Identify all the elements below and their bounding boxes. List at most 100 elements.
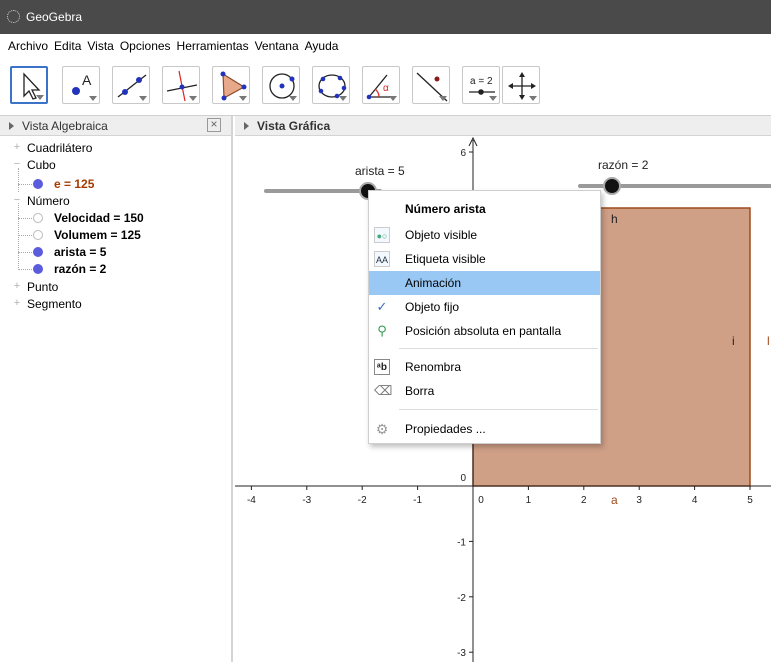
menu-item-animacion[interactable]: Animación bbox=[369, 271, 600, 295]
y-tick-label: -2 bbox=[457, 593, 466, 604]
graphics-view-title: Vista Gráfica bbox=[257, 119, 331, 133]
x-tick-label: 1 bbox=[526, 495, 532, 506]
menu-item-label: Objeto visible bbox=[405, 228, 478, 242]
menu-item-posicion-absoluta[interactable]: ⚲ Posición absoluta en pantalla bbox=[369, 319, 600, 343]
collapse-arrow-icon[interactable] bbox=[244, 122, 249, 130]
gear-icon: ⚙ bbox=[375, 421, 389, 437]
visibility-dot-icon[interactable] bbox=[33, 264, 43, 274]
tree-item-razon[interactable]: razón = 2 bbox=[0, 261, 230, 278]
tree-item-arista[interactable]: arista = 5 bbox=[0, 244, 230, 261]
visibility-dot-icon[interactable] bbox=[33, 179, 43, 189]
circle-tool-button[interactable] bbox=[262, 66, 300, 104]
expand-plus-icon[interactable]: + bbox=[12, 298, 22, 309]
object-visible-icon: ●○ bbox=[374, 227, 390, 243]
geogebra-window: GeoGebra Archivo Edita Vista Opciones He… bbox=[0, 0, 771, 662]
label-a: a bbox=[611, 493, 618, 507]
menu-item-label: Etiqueta visible bbox=[405, 252, 486, 266]
tree-group-segmento[interactable]: + Segmento bbox=[0, 296, 230, 313]
tree-group-numero[interactable]: − Número bbox=[0, 193, 230, 210]
menu-item-borra[interactable]: ⌫ Borra bbox=[369, 379, 600, 403]
tree-item-label: Velocidad = 150 bbox=[54, 211, 144, 225]
menu-bar: Archivo Edita Vista Opciones Herramienta… bbox=[0, 34, 771, 58]
tree-group-label: Cubo bbox=[27, 158, 56, 172]
menu-item-etiqueta-visible[interactable]: AA Etiqueta visible bbox=[369, 247, 600, 271]
menu-item-objeto-fijo[interactable]: ✓ Objeto fijo bbox=[369, 295, 600, 319]
menu-ventana[interactable]: Ventana bbox=[255, 39, 299, 53]
menu-item-propiedades[interactable]: ⚙ Propiedades ... bbox=[369, 417, 600, 441]
tree-item-volumem[interactable]: Volumem = 125 bbox=[0, 227, 230, 244]
angle-tool-button[interactable]: α bbox=[362, 66, 400, 104]
y-tick-label: -1 bbox=[457, 537, 466, 548]
expand-plus-icon[interactable]: + bbox=[12, 281, 22, 292]
tree-item-velocidad[interactable]: Velocidad = 150 bbox=[0, 210, 230, 227]
algebra-view-header: Vista Algebraica × bbox=[0, 116, 231, 136]
algebra-view: Vista Algebraica × + Cuadrilátero − Cubo… bbox=[0, 116, 233, 662]
menu-separator bbox=[399, 409, 598, 410]
graphics-view-header: Vista Gráfica bbox=[235, 116, 771, 136]
expand-plus-icon[interactable]: + bbox=[12, 142, 22, 153]
menu-item-label: Borra bbox=[405, 384, 435, 398]
menu-edita[interactable]: Edita bbox=[54, 39, 81, 53]
rename-icon: ᵃb bbox=[374, 359, 390, 375]
menu-separator bbox=[399, 348, 598, 349]
window-title: GeoGebra bbox=[26, 10, 83, 24]
menu-archivo[interactable]: Archivo bbox=[8, 39, 48, 53]
svg-text:α: α bbox=[383, 83, 389, 94]
polygon-tool-button[interactable] bbox=[212, 66, 250, 104]
visibility-dot-icon[interactable] bbox=[33, 247, 43, 257]
slider-tool-button[interactable]: a = 2 bbox=[462, 66, 500, 104]
x-tick-label: 3 bbox=[636, 495, 642, 506]
x-tick-label: -4 bbox=[247, 495, 256, 506]
svg-text:a = 2: a = 2 bbox=[470, 76, 493, 87]
tree-item-label: arista = 5 bbox=[54, 245, 107, 259]
menu-item-label: Renombra bbox=[405, 360, 462, 374]
x-tick-label: -3 bbox=[302, 495, 311, 506]
slider-razon-handle[interactable] bbox=[603, 177, 621, 195]
label-h: h bbox=[611, 212, 618, 226]
line-tool-button[interactable] bbox=[112, 66, 150, 104]
visibility-dot-icon[interactable] bbox=[33, 230, 43, 240]
tree-group-cuadrilatero[interactable]: + Cuadrilátero bbox=[0, 140, 230, 157]
svg-text:A: A bbox=[82, 72, 92, 88]
menu-item-label: Propiedades ... bbox=[405, 422, 486, 436]
tree-group-punto[interactable]: + Punto bbox=[0, 279, 230, 296]
x-tick-label: 5 bbox=[747, 495, 753, 506]
move-view-tool-button[interactable] bbox=[502, 66, 540, 104]
collapse-minus-icon[interactable]: − bbox=[12, 159, 22, 170]
reflect-tool-button[interactable] bbox=[412, 66, 450, 104]
x-tick-label: -1 bbox=[413, 495, 422, 506]
collapse-arrow-icon[interactable] bbox=[9, 122, 14, 130]
visibility-dot-icon[interactable] bbox=[33, 213, 43, 223]
tree-item-label: Volumem = 125 bbox=[54, 228, 141, 242]
menu-item-renombra[interactable]: ᵃb Renombra bbox=[369, 355, 600, 379]
close-view-icon[interactable]: × bbox=[207, 118, 221, 132]
slider-arista-label: arista = 5 bbox=[355, 164, 405, 178]
eraser-icon: ⌫ bbox=[374, 383, 393, 398]
point-tool-button[interactable]: A bbox=[62, 66, 100, 104]
tree-item-label: razón = 2 bbox=[54, 262, 107, 276]
label-i: i bbox=[732, 334, 735, 348]
menu-opciones[interactable]: Opciones bbox=[120, 39, 171, 53]
perpendicular-tool-button[interactable] bbox=[162, 66, 200, 104]
y-tick-label: 6 bbox=[460, 148, 466, 159]
move-tool-button[interactable] bbox=[10, 66, 48, 104]
tree-group-cubo[interactable]: − Cubo bbox=[0, 157, 230, 174]
tree-group-label: Punto bbox=[27, 280, 59, 294]
geogebra-logo-icon bbox=[7, 10, 20, 23]
tree-group-label: Cuadrilátero bbox=[27, 141, 93, 155]
collapse-minus-icon[interactable]: − bbox=[12, 195, 22, 206]
tree-group-label: Número bbox=[27, 194, 70, 208]
menu-item-label: Animación bbox=[405, 276, 462, 290]
menu-item-objeto-visible[interactable]: ●○ Objeto visible bbox=[369, 223, 600, 247]
label-edge-partial: l bbox=[767, 334, 770, 348]
conic-tool-button[interactable] bbox=[312, 66, 350, 104]
label-visible-icon: AA bbox=[374, 251, 390, 267]
x-tick-label: -2 bbox=[358, 495, 367, 506]
menu-vista[interactable]: Vista bbox=[87, 39, 113, 53]
tree-item-e[interactable]: e = 125 bbox=[0, 176, 230, 193]
y-tick-label: 0 bbox=[460, 473, 466, 484]
y-tick-label: -3 bbox=[457, 648, 466, 659]
menu-herramientas[interactable]: Herramientas bbox=[177, 39, 249, 53]
context-menu: Número arista ●○ Objeto visible AA Etiqu… bbox=[368, 190, 601, 444]
menu-ayuda[interactable]: Ayuda bbox=[305, 39, 339, 53]
